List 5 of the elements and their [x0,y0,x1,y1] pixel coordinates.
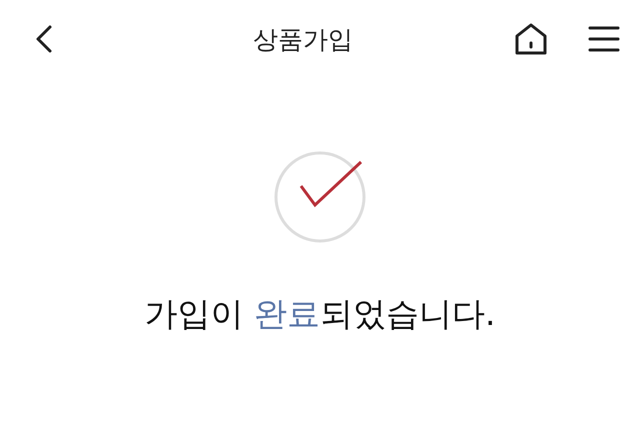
completion-message: 가입이 완료되었습니다. [144,293,496,335]
menu-icon[interactable] [588,25,620,53]
page-title: 상품가입 [252,24,354,56]
checkmark-icon [273,150,367,244]
home-icon[interactable] [514,22,548,56]
